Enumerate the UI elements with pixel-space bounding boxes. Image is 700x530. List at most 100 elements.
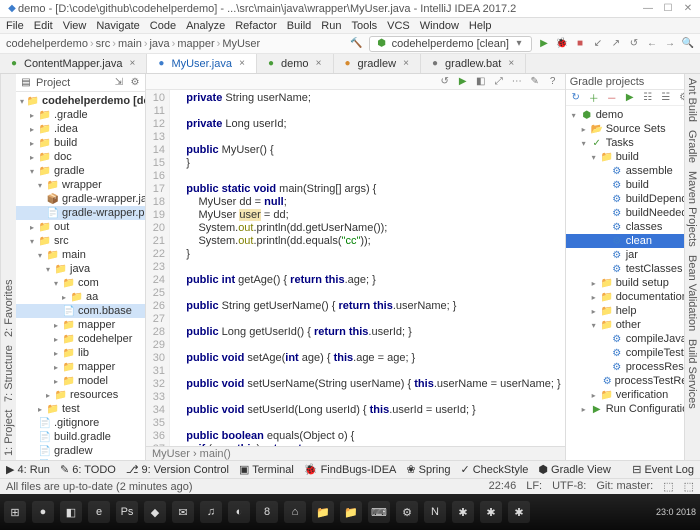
taskbar-app-icon[interactable]: ⊞: [4, 501, 26, 523]
side-tool-button[interactable]: 1: Project: [3, 410, 14, 456]
status-widget[interactable]: LF:: [526, 480, 542, 493]
expand-icon[interactable]: ⤢: [493, 76, 505, 88]
maximize-icon[interactable]: ☐: [662, 3, 674, 15]
taskbar-app-icon[interactable]: ✱: [480, 501, 502, 523]
run-config-selector[interactable]: ⬢ codehelperdemo [clean] ▾: [369, 36, 532, 52]
breadcrumb[interactable]: codehelperdemo›src›main›java›mapper›MyUs…: [6, 38, 260, 50]
tree-twisty-icon[interactable]: ▾: [52, 279, 60, 288]
sync-icon[interactable]: ↺: [439, 76, 451, 88]
breadcrumb-item[interactable]: mapper: [177, 38, 214, 50]
project-tree-item[interactable]: ▸📁out: [16, 220, 145, 234]
project-tree-item[interactable]: ▾📁java: [16, 262, 145, 276]
gradle-tree-item[interactable]: ▸📁help: [566, 304, 700, 318]
gradle-tree-item[interactable]: ▸📁verification: [566, 388, 700, 402]
side-tool-button[interactable]: Build Services: [687, 339, 698, 409]
gradle-tree-item[interactable]: ⚙clean: [566, 234, 700, 248]
forward-icon[interactable]: →: [664, 38, 676, 50]
project-tree-item[interactable]: 📄gradlew.bat: [16, 458, 145, 460]
event-log-button[interactable]: ⊟ Event Log: [632, 463, 694, 476]
project-tree-item[interactable]: ▸📁build: [16, 136, 145, 150]
project-panel-header[interactable]: ▤ Project ⇲ ⚙: [16, 74, 145, 92]
project-tree-item[interactable]: ▸📁.idea: [16, 122, 145, 136]
bottom-tool-button[interactable]: ▶ 4: Run: [6, 463, 50, 476]
vcs-commit-icon[interactable]: ↗: [610, 38, 622, 50]
gradle-tree-item[interactable]: ⚙assemble: [566, 164, 700, 178]
debug-icon[interactable]: 🐞: [556, 38, 568, 50]
tree-twisty-icon[interactable]: ▸: [52, 349, 60, 358]
breadcrumb-item[interactable]: main: [118, 38, 142, 50]
project-tree-item[interactable]: ▾📁gradle: [16, 164, 145, 178]
minimize-icon[interactable]: —: [642, 3, 654, 15]
bottom-tool-button[interactable]: ⎇ 9: Version Control: [126, 463, 229, 476]
gradle-tree-item[interactable]: ▾📁other: [566, 318, 700, 332]
breadcrumb-item[interactable]: java: [149, 38, 169, 50]
tree-twisty-icon[interactable]: ▾: [590, 321, 598, 330]
back-icon[interactable]: ←: [646, 38, 658, 50]
project-tree-item[interactable]: ▾📁codehelperdemo [demo] D:: [16, 94, 145, 108]
project-tree-item[interactable]: 📄gradle-wrapper.prop: [16, 206, 145, 220]
status-widget[interactable]: ⬚: [684, 480, 694, 493]
taskbar-app-icon[interactable]: ⌂: [284, 501, 306, 523]
tree-twisty-icon[interactable]: ▾: [36, 251, 44, 260]
project-tree-item[interactable]: 📦gradle-wrapper.jar: [16, 192, 145, 206]
menu-code[interactable]: Code: [150, 20, 176, 32]
close-tab-icon[interactable]: ×: [313, 58, 325, 70]
gradle-tree-item[interactable]: ⚙processTestResources: [566, 374, 700, 388]
hammer-icon[interactable]: 🔨: [351, 38, 363, 50]
side-tool-button[interactable]: Maven Projects: [687, 171, 698, 247]
tree-twisty-icon[interactable]: ▸: [580, 405, 588, 414]
tree-twisty-icon[interactable]: ▾: [590, 153, 598, 162]
project-tree-item[interactable]: ▸📁mapper: [16, 360, 145, 374]
close-tab-icon[interactable]: ×: [126, 58, 138, 70]
refresh-icon[interactable]: ↻: [570, 92, 582, 104]
menu-refactor[interactable]: Refactor: [235, 20, 277, 32]
side-tool-button[interactable]: 2: Favorites: [3, 279, 14, 336]
tree-twisty-icon[interactable]: ▸: [52, 377, 60, 386]
taskbar-app-icon[interactable]: 📁: [312, 501, 334, 523]
taskbar-app-icon[interactable]: ◐: [228, 501, 250, 523]
tree-twisty-icon[interactable]: ▸: [52, 363, 60, 372]
tree-twisty-icon[interactable]: ▾: [570, 111, 578, 120]
menu-navigate[interactable]: Navigate: [96, 20, 139, 32]
bottom-tool-button[interactable]: ✓ CheckStyle: [460, 463, 528, 476]
tree-twisty-icon[interactable]: ▸: [590, 391, 598, 400]
project-tree-item[interactable]: ▾📁src: [16, 234, 145, 248]
project-tree-item[interactable]: 📄gradlew: [16, 444, 145, 458]
collapse-all-icon[interactable]: ☱: [660, 92, 672, 104]
project-tree-item[interactable]: ▸📁.gradle: [16, 108, 145, 122]
editor-breadcrumb[interactable]: MyUser › main(): [146, 446, 565, 460]
gradle-tree-item[interactable]: ⚙testClasses: [566, 262, 700, 276]
status-widget[interactable]: ⬚: [663, 480, 673, 493]
detach-icon[interactable]: －: [606, 92, 618, 104]
menu-window[interactable]: Window: [420, 20, 459, 32]
taskbar-app-icon[interactable]: e: [88, 501, 110, 523]
status-widget[interactable]: Git: master:: [596, 480, 653, 493]
project-tree[interactable]: ▾📁codehelperdemo [demo] D:▸📁.gradle▸📁.id…: [16, 92, 145, 460]
vcs-update-icon[interactable]: ↙: [592, 38, 604, 50]
menu-run[interactable]: Run: [321, 20, 341, 32]
tree-twisty-icon[interactable]: ▾: [36, 181, 44, 190]
help-icon[interactable]: ?: [547, 76, 559, 88]
gradle-tree-item[interactable]: ▸📁documentation: [566, 290, 700, 304]
stop-icon[interactable]: ■: [574, 38, 586, 50]
collapse-icon[interactable]: ⇲: [113, 77, 125, 89]
gradle-tree-item[interactable]: ▾⬢demo: [566, 108, 700, 122]
status-widget[interactable]: 22:46: [489, 480, 517, 493]
menu-file[interactable]: File: [6, 20, 24, 32]
tree-twisty-icon[interactable]: ▾: [20, 97, 24, 106]
taskbar-app-icon[interactable]: N: [424, 501, 446, 523]
taskbar-app-icon[interactable]: ♫: [200, 501, 222, 523]
bottom-tool-button[interactable]: ⬢ Gradle View: [538, 463, 610, 476]
gradle-tree-item[interactable]: ⚙jar: [566, 248, 700, 262]
gradle-tree-item[interactable]: ⚙compileJava: [566, 332, 700, 346]
tree-twisty-icon[interactable]: ▸: [28, 111, 36, 120]
project-tree-item[interactable]: ▸📁codehelper: [16, 332, 145, 346]
tree-twisty-icon[interactable]: ▸: [44, 391, 52, 400]
tree-twisty-icon[interactable]: ▸: [28, 153, 36, 162]
tree-twisty-icon[interactable]: ▸: [590, 293, 598, 302]
tree-twisty-icon[interactable]: ▾: [28, 167, 36, 176]
side-tool-button[interactable]: Gradle: [687, 130, 698, 163]
menu-view[interactable]: View: [63, 20, 87, 32]
taskbar-app-icon[interactable]: 📁: [340, 501, 362, 523]
breadcrumb-item[interactable]: src: [96, 38, 111, 50]
